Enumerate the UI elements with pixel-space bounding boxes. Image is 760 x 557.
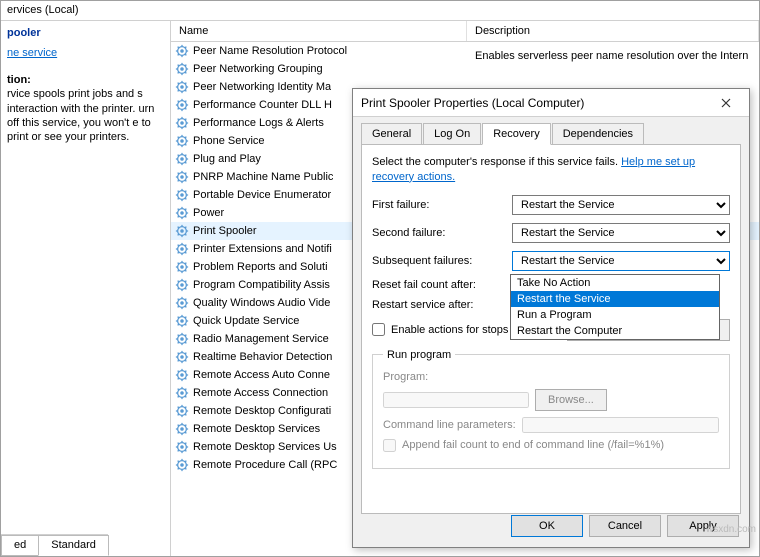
gear-icon [175,224,189,238]
reset-count-label: Reset fail count after: [372,279,512,291]
row-description: Enables serverless peer name resolution … [467,45,759,67]
gear-icon [175,206,189,220]
browse-button: Browse... [535,389,607,411]
bottom-tabs: ed Standard [1,534,108,556]
dialog-tab[interactable]: Recovery [482,123,550,145]
run-program-legend: Run program [383,349,455,361]
intro-text: Select the computer's response if this s… [372,155,730,185]
gear-icon [175,62,189,76]
gear-icon [175,314,189,328]
cmdline-input [522,417,719,433]
gear-icon [175,458,189,472]
details-pane: pooler ne service tion: rvice spools prin… [1,21,171,556]
second-failure-select[interactable]: Restart the Service [512,223,730,243]
column-headers[interactable]: Name Description [171,21,759,42]
subsequent-failure-label: Subsequent failures: [372,255,512,267]
gear-icon [175,404,189,418]
enable-stops-checkbox[interactable] [372,323,385,336]
append-label: Append fail count to end of command line… [402,439,664,451]
cancel-button[interactable]: Cancel [589,515,661,537]
gear-icon [175,386,189,400]
dialog-tab[interactable]: Log On [423,123,481,145]
services-title: ervices (Local) [1,1,759,21]
restart-after-label: Restart service after: [372,299,512,311]
gear-icon [175,368,189,382]
gear-icon [175,44,189,58]
selected-service-name: pooler [7,27,164,39]
gear-icon [175,98,189,112]
ok-button[interactable]: OK [511,515,583,537]
tab-standard[interactable]: Standard [38,535,109,556]
col-description[interactable]: Description [467,21,759,41]
gear-icon [175,116,189,130]
subsequent-failure-select[interactable]: Restart the Service [512,251,730,271]
dropdown-option[interactable]: Restart the Service [511,291,719,307]
gear-icon [175,80,189,94]
cmdline-label: Command line parameters: [383,419,516,431]
col-name[interactable]: Name [171,21,467,41]
first-failure-label: First failure: [372,199,512,211]
gear-icon [175,332,189,346]
dropdown-option[interactable]: Take No Action [511,275,719,291]
gear-icon [175,152,189,166]
dialog-titlebar[interactable]: Print Spooler Properties (Local Computer… [353,89,749,117]
watermark: wsxdn.com [706,524,756,535]
run-program-group: Run program Program: Browse... Command l… [372,349,730,469]
gear-icon [175,440,189,454]
dropdown-option[interactable]: Run a Program [511,307,719,323]
dialog-title: Print Spooler Properties (Local Computer… [361,96,711,110]
second-failure-label: Second failure: [372,227,512,239]
gear-icon [175,350,189,364]
gear-icon [175,422,189,436]
append-checkbox [383,439,396,452]
dialog-tab[interactable]: General [361,123,422,145]
gear-icon [175,170,189,184]
program-label: Program: [383,371,428,383]
program-input [383,392,529,408]
dialog-tab[interactable]: Dependencies [552,123,644,145]
dialog-tabs: GeneralLog OnRecoveryDependencies [353,117,749,145]
dialog-buttons: OK Cancel Apply [511,515,739,537]
close-icon[interactable] [711,93,741,113]
desc-label: tion: [7,74,31,86]
gear-icon [175,188,189,202]
gear-icon [175,260,189,274]
gear-icon [175,242,189,256]
desc-text: rvice spools print jobs and s interactio… [7,88,154,143]
dropdown-option[interactable]: Restart the Computer [511,323,719,339]
gear-icon [175,296,189,310]
first-failure-select[interactable]: Restart the Service [512,195,730,215]
gear-icon [175,278,189,292]
gear-icon [175,134,189,148]
tab-extended[interactable]: ed [1,535,39,556]
action-link[interactable]: ne service [7,47,164,59]
subsequent-failure-dropdown[interactable]: Take No ActionRestart the ServiceRun a P… [510,274,720,340]
